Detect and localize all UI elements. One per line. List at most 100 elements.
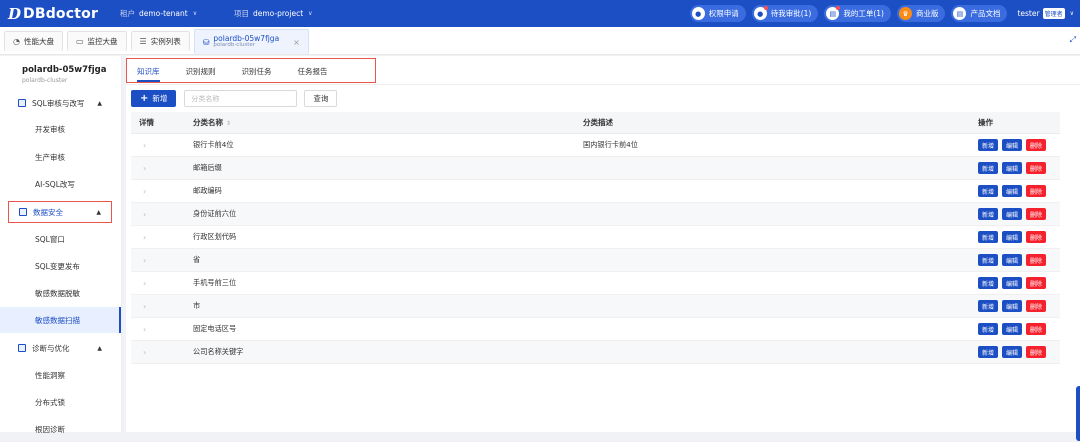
sidebar-group-diagnosis[interactable]: 诊断与优化 ▲ bbox=[8, 337, 112, 359]
column-header-name[interactable]: 分类名称 ⇕ bbox=[193, 117, 583, 128]
row-delete-button[interactable]: 删除 bbox=[1026, 139, 1047, 151]
table-row: › 固定电话区号 新增 编辑 删除 bbox=[131, 318, 1060, 341]
cell-actions: 新增 编辑 删除 bbox=[978, 185, 1060, 197]
row-expander[interactable]: › bbox=[131, 325, 193, 334]
header-actions: ● 权限申请 ● 待我审批(1) ▤ 我的工单(1) ♛ 商业版 ▤ 产品文档 … bbox=[684, 0, 1074, 27]
chevron-down-icon: ∨ bbox=[308, 10, 313, 17]
sidebar-group-sql-review[interactable]: SQL审核与改写 ▲ bbox=[8, 92, 112, 114]
cell-actions: 新增 编辑 删除 bbox=[978, 323, 1060, 335]
sidebar-item-sensitive-data-scan[interactable]: 敏感数据扫描 bbox=[0, 307, 121, 333]
tenant-selector[interactable]: 租户 demo-tenant ∨ bbox=[120, 8, 234, 19]
permission-request-button[interactable]: ● 权限申请 bbox=[689, 5, 746, 22]
close-icon[interactable]: × bbox=[293, 38, 300, 47]
row-edit-button[interactable]: 编辑 bbox=[1002, 162, 1023, 174]
plus-icon: + bbox=[140, 93, 149, 104]
sidebar-item-prod-review[interactable]: 生产审核 bbox=[0, 144, 121, 170]
sidebar-item-performance-insight[interactable]: 性能洞察 bbox=[0, 362, 121, 388]
row-expander[interactable]: › bbox=[131, 141, 193, 150]
sidebar-item-ai-sql-rewrite[interactable]: AI-SQL改写 bbox=[0, 171, 121, 197]
cell-actions: 新增 编辑 删除 bbox=[978, 139, 1060, 151]
tab-instance-list[interactable]: ☰ 实例列表 bbox=[130, 31, 190, 51]
row-add-button[interactable]: 新增 bbox=[978, 346, 999, 358]
row-expander[interactable]: › bbox=[131, 348, 193, 357]
row-delete-button[interactable]: 删除 bbox=[1026, 300, 1047, 312]
expand-icon[interactable]: ⤢ bbox=[1070, 35, 1076, 45]
sidebar-item-distributed-lock[interactable]: 分布式锁 bbox=[0, 389, 121, 415]
tab-monitor-dashboard[interactable]: ▭ 监控大盘 bbox=[66, 31, 127, 51]
sort-icon[interactable]: ⇕ bbox=[226, 120, 231, 127]
row-delete-button[interactable]: 删除 bbox=[1026, 323, 1047, 335]
tab-instance-polardb[interactable]: ⛁ polardb-05w7fjga polardb-cluster × bbox=[193, 29, 309, 54]
row-add-button[interactable]: 新增 bbox=[978, 162, 999, 174]
sidebar-group-data-security[interactable]: 数据安全 ▲ bbox=[8, 201, 112, 223]
sidebar-item-data-masking[interactable]: 敏感数据脱敏 bbox=[0, 280, 121, 306]
menu-group-icon bbox=[19, 208, 27, 216]
row-add-button[interactable]: 新增 bbox=[978, 300, 999, 312]
row-delete-button[interactable]: 删除 bbox=[1026, 277, 1047, 289]
row-edit-button[interactable]: 编辑 bbox=[1002, 254, 1023, 266]
row-add-button[interactable]: 新增 bbox=[978, 254, 999, 266]
tab-knowledge-base[interactable]: 知识库 bbox=[127, 60, 170, 82]
category-name-input[interactable] bbox=[184, 90, 298, 107]
row-delete-button[interactable]: 删除 bbox=[1026, 208, 1047, 220]
row-add-button[interactable]: 新增 bbox=[978, 208, 999, 220]
row-edit-button[interactable]: 编辑 bbox=[1002, 231, 1023, 243]
row-edit-button[interactable]: 编辑 bbox=[1002, 208, 1023, 220]
header-action-label: 商业版 bbox=[915, 9, 939, 18]
list-icon: ☰ bbox=[139, 37, 147, 46]
row-edit-button[interactable]: 编辑 bbox=[1002, 346, 1023, 358]
row-delete-button[interactable]: 删除 bbox=[1026, 231, 1047, 243]
row-edit-button[interactable]: 编辑 bbox=[1002, 277, 1023, 289]
pending-approval-button[interactable]: ● 待我审批(1) bbox=[751, 5, 819, 22]
sidebar-item-label: 生产审核 bbox=[35, 152, 65, 162]
row-edit-button[interactable]: 编辑 bbox=[1002, 300, 1023, 312]
tab-performance-dashboard[interactable]: ◔ 性能大盘 bbox=[4, 31, 63, 51]
query-button[interactable]: 查询 bbox=[304, 90, 338, 107]
document-icon: ▤ bbox=[826, 6, 841, 20]
cell-actions: 新增 编辑 删除 bbox=[978, 346, 1060, 358]
row-delete-button[interactable]: 删除 bbox=[1026, 185, 1047, 197]
commercial-edition-button[interactable]: ♛ 商业版 bbox=[896, 5, 946, 22]
my-tickets-button[interactable]: ▤ 我的工单(1) bbox=[824, 5, 891, 22]
row-delete-button[interactable]: 删除 bbox=[1026, 254, 1047, 266]
sidebar-item-sql-change-release[interactable]: SQL变更发布 bbox=[0, 253, 121, 279]
row-add-button[interactable]: 新增 bbox=[978, 277, 999, 289]
row-expander[interactable]: › bbox=[131, 164, 193, 173]
row-add-button[interactable]: 新增 bbox=[978, 231, 999, 243]
sidebar-item-root-cause[interactable]: 根因诊断 bbox=[0, 416, 121, 442]
cell-category-name: 市 bbox=[193, 301, 201, 310]
tab-task-reports[interactable]: 任务报告 bbox=[288, 60, 338, 82]
sidebar-item-label: SQL变更发布 bbox=[35, 261, 80, 271]
sidebar-item-label: 根因诊断 bbox=[35, 424, 65, 434]
add-button[interactable]: + 新增 bbox=[131, 90, 177, 107]
row-edit-button[interactable]: 编辑 bbox=[1002, 323, 1023, 335]
product-docs-button[interactable]: ▤ 产品文档 bbox=[951, 5, 1008, 22]
row-expander[interactable]: › bbox=[131, 210, 193, 219]
row-edit-button[interactable]: 编辑 bbox=[1002, 139, 1023, 151]
logo[interactable]: D DBdoctor bbox=[8, 5, 120, 23]
chevron-right-icon: › bbox=[143, 163, 147, 173]
row-expander[interactable]: › bbox=[131, 187, 193, 196]
row-delete-button[interactable]: 删除 bbox=[1026, 162, 1047, 174]
chevron-up-icon: ▲ bbox=[96, 208, 101, 216]
row-delete-button[interactable]: 删除 bbox=[1026, 346, 1047, 358]
sidebar-item-dev-review[interactable]: 开发审核 bbox=[0, 116, 121, 142]
row-add-button[interactable]: 新增 bbox=[978, 185, 999, 197]
user-menu[interactable]: tester 管理者 ∨ bbox=[1017, 8, 1074, 19]
sidebar-item-sql-window[interactable]: SQL窗口 bbox=[0, 226, 121, 252]
row-expander[interactable]: › bbox=[131, 279, 193, 288]
row-expander[interactable]: › bbox=[131, 233, 193, 242]
cell-category-name: 手机号前三位 bbox=[193, 278, 237, 287]
tab-recognition-rules[interactable]: 识别规则 bbox=[176, 60, 226, 82]
row-expander[interactable]: › bbox=[131, 302, 193, 311]
floating-side-handle[interactable] bbox=[1076, 386, 1080, 441]
cell-category-name: 固定电话区号 bbox=[193, 324, 237, 333]
project-selector[interactable]: 项目 demo-project ∨ bbox=[234, 8, 348, 19]
cell-category-name: 省 bbox=[193, 255, 201, 264]
row-edit-button[interactable]: 编辑 bbox=[1002, 185, 1023, 197]
row-add-button[interactable]: 新增 bbox=[978, 323, 999, 335]
tab-recognition-tasks[interactable]: 识别任务 bbox=[232, 60, 282, 82]
row-add-button[interactable]: 新增 bbox=[978, 139, 999, 151]
row-expander[interactable]: › bbox=[131, 256, 193, 265]
cell-category-name: 邮箱后缀 bbox=[193, 163, 222, 172]
